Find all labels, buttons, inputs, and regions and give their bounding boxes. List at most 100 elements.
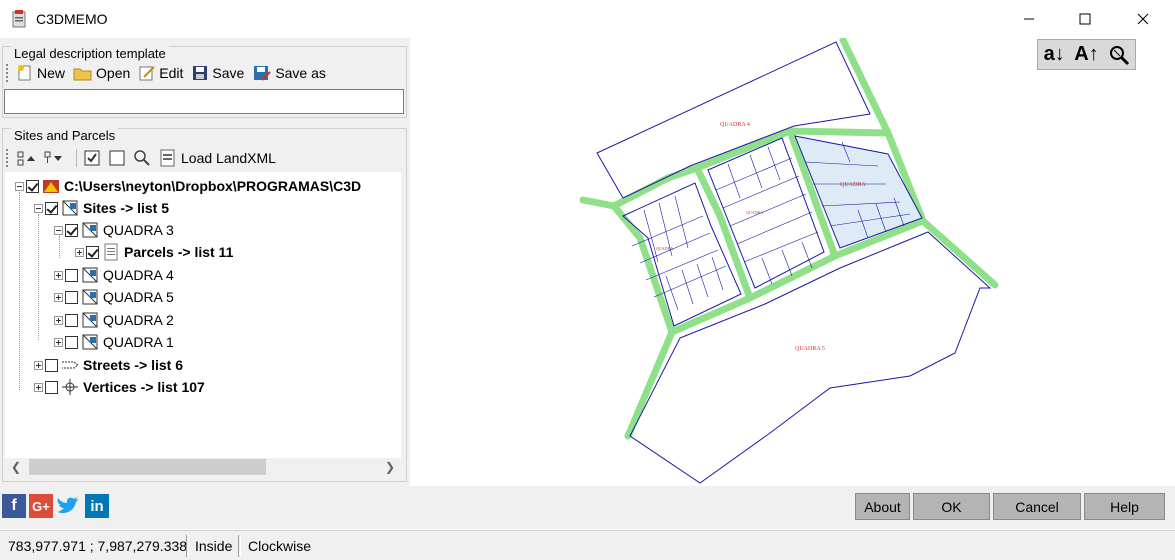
- scroll-right-icon[interactable]: ❯: [385, 460, 395, 474]
- linkedin-icon[interactable]: in: [85, 494, 109, 518]
- google-plus-icon[interactable]: G+: [29, 494, 53, 518]
- tree-quadra-4-label: QUADRA 4: [103, 267, 174, 283]
- minimize-icon: [1024, 18, 1034, 20]
- tree-node-quadra-2[interactable]: QUADRA 2: [54, 309, 174, 331]
- parcels-list-icon: [104, 243, 118, 261]
- tree-horizontal-scrollbar[interactable]: ❮ ❯: [5, 458, 401, 476]
- landxml-file-icon: [160, 149, 175, 167]
- expand-toggle[interactable]: [54, 270, 63, 280]
- zoom-button[interactable]: [133, 147, 154, 169]
- magnifier-icon: [134, 150, 150, 166]
- template-path-input[interactable]: [4, 89, 404, 114]
- expand-toggle[interactable]: [54, 337, 63, 347]
- scrollbar-thumb[interactable]: [29, 459, 266, 475]
- map-canvas[interactable]: QUADRA 4 QUADRA QUADRA 5 QUADRA QUADRA: [410, 36, 1175, 486]
- text-size-up-button[interactable]: A↑: [1070, 40, 1102, 69]
- svg-text:QUADRA: QUADRA: [656, 246, 673, 251]
- tree-node-root[interactable]: C:\Users\neyton\Dropbox\PROGRAMAS\C3D: [15, 175, 361, 197]
- facebook-icon[interactable]: f: [2, 494, 26, 518]
- about-label: About: [864, 498, 901, 515]
- site-icon: [82, 222, 98, 238]
- save-icon: [193, 66, 208, 80]
- expand-toggle[interactable]: [54, 292, 63, 302]
- save-button[interactable]: Save: [191, 62, 244, 84]
- tree-root-label: C:\Users\neyton\Dropbox\PROGRAMAS\C3D: [64, 178, 362, 194]
- svg-text:QUADRA: QUADRA: [746, 210, 763, 215]
- site-icon: [82, 312, 98, 328]
- status-bar: 783,977.971 ; 7,987,279.338 Inside Clock…: [0, 530, 1175, 560]
- cancel-button[interactable]: Cancel: [993, 493, 1081, 520]
- collapse-tree-icon: [17, 151, 35, 166]
- check-all-button[interactable]: [83, 147, 104, 169]
- google-label: G+: [32, 498, 50, 514]
- edit-icon: [139, 66, 155, 81]
- new-button[interactable]: New: [16, 62, 65, 84]
- vertices-checkbox[interactable]: [45, 380, 58, 394]
- tree-node-vertices[interactable]: Vertices -> list 107: [34, 376, 205, 398]
- scroll-left-icon[interactable]: ❮: [11, 460, 21, 474]
- zoom-extents-button[interactable]: [1103, 40, 1135, 69]
- text-size-down-button[interactable]: a↓: [1038, 40, 1070, 69]
- save-as-button[interactable]: Save as: [252, 62, 326, 84]
- site-icon: [82, 289, 98, 305]
- edit-button[interactable]: Edit: [138, 62, 183, 84]
- root-checkbox[interactable]: [26, 179, 39, 193]
- quadra-4-checkbox[interactable]: [65, 268, 78, 282]
- quadra-1-checkbox[interactable]: [65, 335, 78, 349]
- zoom-extents-icon: [1109, 45, 1129, 65]
- sites-tree[interactable]: C:\Users\neyton\Dropbox\PROGRAMAS\C3D Si…: [5, 172, 401, 458]
- tree-node-parcels[interactable]: Parcels -> list 11: [75, 241, 233, 263]
- site-icon: [82, 334, 98, 350]
- ok-button[interactable]: OK: [913, 493, 990, 520]
- expand-all-button[interactable]: [43, 147, 66, 169]
- template-toolbar: New Open Edit Save Save as: [6, 60, 334, 86]
- map-label-quadra-top: QUADRA 4: [720, 122, 750, 128]
- collapse-toggle[interactable]: [15, 181, 24, 191]
- quadra-5-checkbox[interactable]: [65, 290, 78, 304]
- status-separator: [186, 535, 189, 557]
- tree-node-streets[interactable]: Streets -> list 6: [34, 354, 183, 376]
- expand-toggle[interactable]: [34, 382, 43, 392]
- quadra-3-checkbox[interactable]: [65, 223, 78, 237]
- checkbox-checked-icon: [84, 150, 100, 166]
- twitter-icon[interactable]: [56, 494, 80, 518]
- tree-node-quadra-1[interactable]: QUADRA 1: [54, 331, 174, 353]
- tree-parcels-label: Parcels -> list 11: [124, 244, 234, 260]
- status-inside: Inside: [195, 538, 233, 554]
- site-icon: [82, 267, 98, 283]
- maximize-button[interactable]: [1062, 0, 1108, 38]
- sites-legend: Sites and Parcels: [11, 128, 119, 143]
- open-button[interactable]: Open: [73, 62, 130, 84]
- close-button[interactable]: [1120, 0, 1166, 38]
- toolbar-grip[interactable]: [6, 64, 10, 82]
- quadra-2-checkbox[interactable]: [65, 313, 78, 327]
- load-landxml-label: Load LandXML: [181, 150, 276, 166]
- streets-checkbox[interactable]: [45, 358, 58, 372]
- collapse-all-button[interactable]: [16, 147, 39, 169]
- help-button[interactable]: Help: [1084, 493, 1165, 520]
- tree-node-sites[interactable]: Sites -> list 5: [34, 197, 169, 219]
- map-label-quadra-bottom: QUADRA 5: [795, 346, 825, 352]
- title-bar: C3DMEMO: [0, 0, 1175, 38]
- open-label: Open: [96, 65, 131, 81]
- expand-toggle[interactable]: [34, 360, 43, 370]
- uncheck-all-button[interactable]: [108, 147, 129, 169]
- help-label: Help: [1110, 498, 1139, 515]
- save-as-icon: [254, 66, 272, 81]
- window-title: C3DMEMO: [36, 11, 108, 27]
- collapse-toggle[interactable]: [54, 225, 63, 235]
- tree-node-quadra-3[interactable]: QUADRA 3: [54, 219, 174, 241]
- expand-toggle[interactable]: [54, 315, 63, 325]
- new-file-icon: [18, 65, 31, 81]
- collapse-toggle[interactable]: [34, 203, 43, 213]
- sites-checkbox[interactable]: [45, 201, 58, 215]
- toolbar-grip[interactable]: [6, 149, 10, 167]
- tree-node-quadra-4[interactable]: QUADRA 4: [54, 264, 174, 286]
- load-landxml-button[interactable]: Load LandXML: [158, 147, 276, 169]
- expand-toggle[interactable]: [75, 247, 84, 257]
- edit-label: Edit: [159, 65, 184, 81]
- tree-node-quadra-5[interactable]: QUADRA 5: [54, 286, 174, 308]
- parcels-checkbox[interactable]: [86, 245, 99, 259]
- about-button[interactable]: About: [855, 493, 910, 520]
- minimize-button[interactable]: [1006, 0, 1052, 38]
